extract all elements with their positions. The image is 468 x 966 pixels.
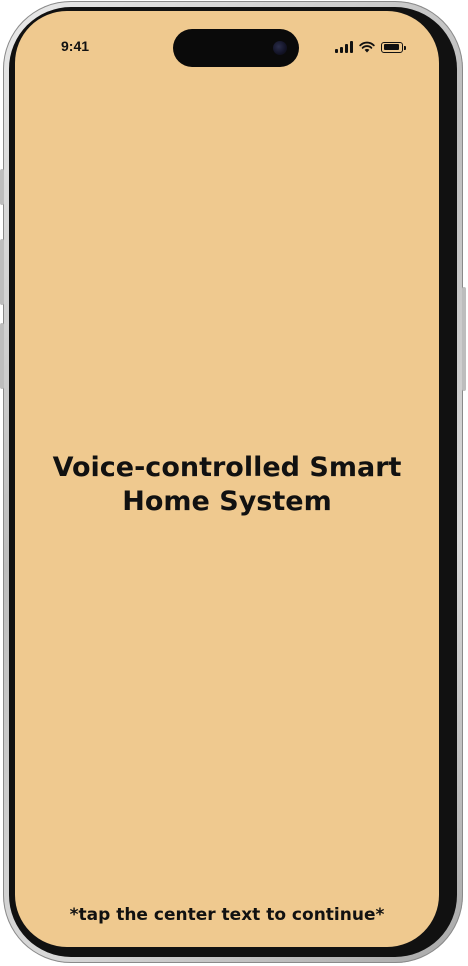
status-bar: 9:41 bbox=[15, 11, 439, 71]
continue-hint: *tap the center text to continue* bbox=[69, 905, 385, 925]
camera-icon bbox=[273, 41, 287, 55]
dynamic-island bbox=[173, 29, 299, 67]
screen: 9:41 Voice-controlled Smart Home System … bbox=[15, 11, 439, 947]
action-button bbox=[0, 169, 4, 205]
volume-down-button bbox=[0, 323, 4, 389]
volume-up-button bbox=[0, 239, 4, 305]
status-time: 9:41 bbox=[61, 38, 90, 54]
power-button bbox=[462, 287, 466, 391]
wifi-icon bbox=[359, 41, 375, 53]
phone-frame: 9:41 Voice-controlled Smart Home System … bbox=[0, 1, 466, 963]
app-title[interactable]: Voice-controlled Smart Home System bbox=[35, 451, 419, 519]
signal-icon bbox=[335, 41, 353, 53]
battery-icon bbox=[381, 41, 406, 53]
status-icons bbox=[335, 41, 406, 53]
